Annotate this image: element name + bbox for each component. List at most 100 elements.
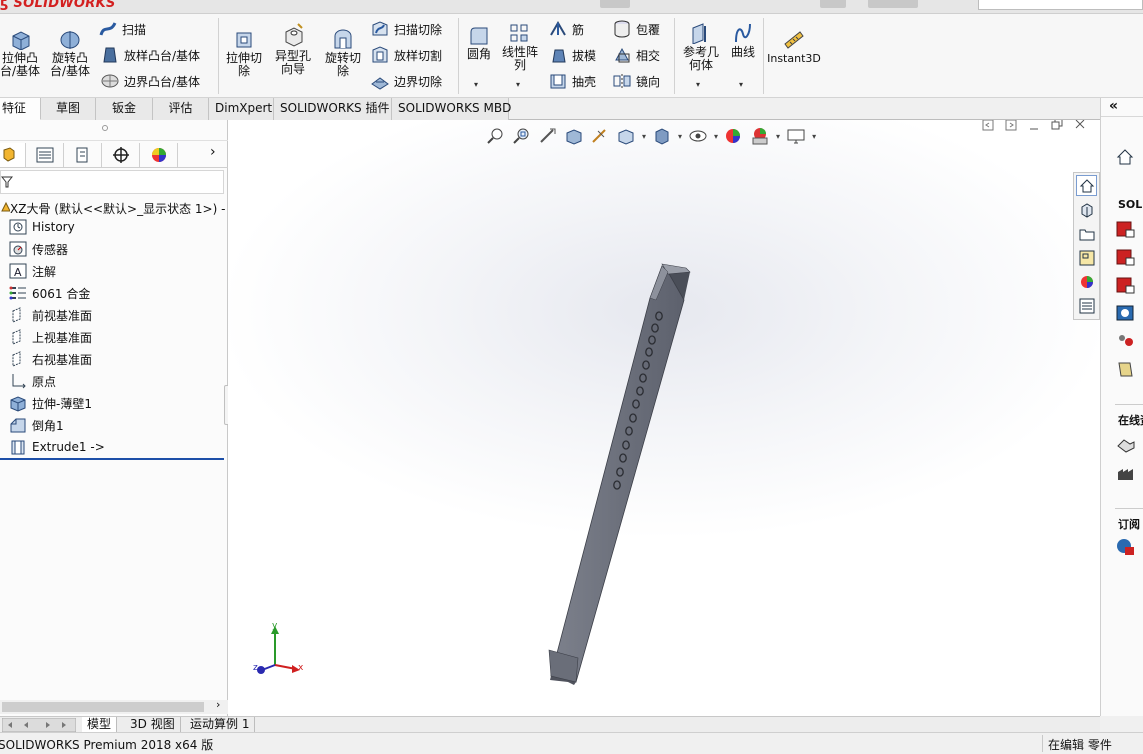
extruded-cut-button[interactable]: 拉伸切 除 bbox=[222, 28, 266, 78]
graphics-area[interactable]: ▾ ▾ ▾ ▾ ▾ y x z bbox=[228, 120, 1100, 716]
command-tabs: 特征 草图 钣金 评估 DimXpert SOLIDWORKS 插件 SOLID… bbox=[0, 98, 1143, 120]
part-model[interactable] bbox=[228, 120, 1100, 716]
wrap-button[interactable]: 包覆 bbox=[612, 18, 660, 40]
rollback-bar[interactable] bbox=[0, 458, 224, 460]
revolved-cut-icon bbox=[334, 29, 352, 49]
tree-item-sensors[interactable]: 传感器 bbox=[8, 238, 68, 260]
tab-configuration-manager[interactable] bbox=[64, 143, 102, 167]
boundary-cut-icon bbox=[371, 77, 389, 90]
rib-button[interactable]: 筋 bbox=[548, 18, 584, 40]
tab-evaluate[interactable]: 评估 bbox=[153, 98, 209, 120]
tab-feature-tree[interactable] bbox=[0, 143, 26, 167]
linear-pattern-icon bbox=[510, 24, 528, 42]
reference-geometry-button[interactable]: 参考几 何体 bbox=[678, 22, 724, 72]
tab-solidworks-addins[interactable]: SOLIDWORKS 插件 bbox=[274, 98, 392, 120]
tab-property-manager[interactable] bbox=[26, 143, 64, 167]
panel-grip-icon[interactable] bbox=[102, 125, 108, 131]
new-assembly-icon[interactable] bbox=[1116, 248, 1136, 266]
tab-features[interactable]: 特征 bbox=[0, 98, 41, 120]
draft-button[interactable]: 拔模 bbox=[548, 44, 596, 66]
tree-item-extrude-thin[interactable]: 拉伸-薄壁1 bbox=[8, 392, 92, 414]
loft-boss-button[interactable]: 放样凸台/基体 bbox=[100, 44, 200, 66]
tree-horizontal-scrollbar[interactable]: › bbox=[0, 698, 228, 714]
new-part-icon[interactable] bbox=[1116, 220, 1136, 238]
fillet-dropdown-icon[interactable]: ▾ bbox=[474, 80, 478, 89]
search-input[interactable] bbox=[978, 0, 1143, 10]
manufacturing-network-icon[interactable] bbox=[1116, 464, 1136, 482]
boundary-boss-icon bbox=[101, 74, 119, 88]
tree-item-annotations[interactable]: A 注解 bbox=[8, 260, 56, 282]
tree-item-origin[interactable]: 原点 bbox=[8, 370, 56, 392]
tab-design-library[interactable] bbox=[1076, 199, 1097, 220]
bottom-view-tabs: 模型 3D 视图 运动算例 1 bbox=[0, 716, 1100, 733]
mirror-button[interactable]: 镜向 bbox=[612, 70, 660, 92]
instant3d-button[interactable]: Instant3D bbox=[766, 28, 822, 65]
tree-item-history[interactable]: History bbox=[8, 216, 75, 238]
shell-button[interactable]: 抽壳 bbox=[548, 70, 596, 92]
material-icon bbox=[9, 286, 26, 300]
boundary-cut-button[interactable]: 边界切除 bbox=[370, 70, 442, 92]
collapse-pane-icon[interactable]: « bbox=[1109, 98, 1118, 114]
tips-icon[interactable] bbox=[1116, 360, 1136, 378]
ref-geometry-dropdown-icon[interactable]: ▾ bbox=[696, 80, 700, 89]
scrollbar-thumb[interactable] bbox=[2, 702, 204, 712]
tree-root-part[interactable]: XZ大骨 (默认<<默认>_显示状态 1>) - bbox=[0, 198, 225, 218]
lofted-cut-button[interactable]: 放样切割 bbox=[370, 44, 442, 66]
tree-item-front-plane[interactable]: 前视基准面 bbox=[8, 304, 92, 326]
tree-item-right-plane[interactable]: 右视基准面 bbox=[8, 348, 92, 370]
revolve-boss-button[interactable]: 旋转凸 台/基体 bbox=[46, 28, 94, 78]
history-icon bbox=[9, 219, 27, 235]
new-drawing-icon[interactable] bbox=[1116, 276, 1136, 294]
curves-dropdown-icon[interactable]: ▾ bbox=[739, 80, 743, 89]
rib-icon bbox=[550, 21, 566, 36]
revolved-cut-button[interactable]: 旋转切 除 bbox=[320, 28, 366, 78]
intersect-icon bbox=[615, 47, 630, 63]
tab-custom-properties[interactable] bbox=[1076, 295, 1097, 316]
extrude-boss-button[interactable]: 拉伸凸 台/基体 bbox=[0, 28, 42, 78]
boundary-boss-button[interactable]: 边界凸台/基体 bbox=[100, 70, 200, 92]
feature-manager-panel: › XZ大骨 (默认<<默认>_显示状态 1>) - History 传感器 A… bbox=[0, 120, 234, 716]
fillet-button[interactable]: 圆角 bbox=[462, 24, 496, 61]
tab-motion-study[interactable]: 运动算例 1 bbox=[185, 717, 256, 733]
tab-dimxpert[interactable]: DimXpert bbox=[209, 98, 274, 120]
tree-item-extrude1[interactable]: Extrude1 -> bbox=[8, 436, 105, 458]
tab-view-palette[interactable] bbox=[1076, 247, 1097, 268]
annotations-icon: A bbox=[9, 263, 27, 279]
scroll-right-icon[interactable]: › bbox=[216, 698, 220, 711]
chevron-right-icon[interactable]: › bbox=[210, 144, 216, 160]
pattern-dropdown-icon[interactable]: ▾ bbox=[516, 80, 520, 89]
tab-3d-views[interactable]: 3D 视图 bbox=[125, 717, 181, 733]
tree-item-chamfer[interactable]: 倒角1 bbox=[8, 414, 64, 436]
subscription-title: 订阅 bbox=[1118, 518, 1140, 531]
intersect-button[interactable]: 相交 bbox=[612, 44, 660, 66]
custom-properties-icon bbox=[1079, 298, 1094, 313]
tab-appearances[interactable] bbox=[1076, 271, 1097, 292]
tree-item-top-plane[interactable]: 上视基准面 bbox=[8, 326, 92, 348]
resources-home-icon[interactable] bbox=[1116, 148, 1134, 166]
tab-dimxpert-manager[interactable] bbox=[102, 143, 140, 167]
hole-wizard-button[interactable]: 异型孔 向导 bbox=[270, 22, 316, 76]
tree-item-material[interactable]: 6061 合金 bbox=[8, 282, 90, 304]
tab-sheet-metal[interactable]: 钣金 bbox=[96, 98, 153, 120]
tab-solidworks-resources[interactable] bbox=[1076, 175, 1097, 196]
draft-icon bbox=[552, 49, 566, 63]
part-root-icon bbox=[1, 201, 10, 212]
tab-scroll-arrows-icon[interactable] bbox=[2, 718, 76, 732]
tutorials-icon[interactable] bbox=[1116, 304, 1136, 322]
sweep-button[interactable]: 扫描 bbox=[98, 18, 146, 40]
community-icon[interactable] bbox=[1116, 332, 1136, 350]
status-editing-mode: 在编辑 零件 bbox=[1048, 738, 1112, 752]
configuration-manager-icon bbox=[76, 147, 87, 163]
tab-model[interactable]: 模型 bbox=[82, 717, 118, 733]
subscription-services-icon[interactable] bbox=[1116, 538, 1136, 556]
linear-pattern-button[interactable]: 线性阵 列 bbox=[498, 22, 542, 72]
tree-filter-input[interactable] bbox=[0, 170, 224, 194]
reference-geometry-icon bbox=[692, 23, 706, 44]
swept-cut-button[interactable]: 扫描切除 bbox=[370, 18, 442, 40]
curves-button[interactable]: 曲线 bbox=[726, 22, 760, 59]
tab-sketch[interactable]: 草图 bbox=[41, 98, 96, 120]
tab-solidworks-mbd[interactable]: SOLIDWORKS MBD bbox=[392, 98, 511, 120]
tab-display-manager[interactable] bbox=[140, 143, 178, 167]
tab-file-explorer[interactable] bbox=[1076, 223, 1097, 244]
partner-solutions-icon[interactable] bbox=[1116, 436, 1136, 454]
